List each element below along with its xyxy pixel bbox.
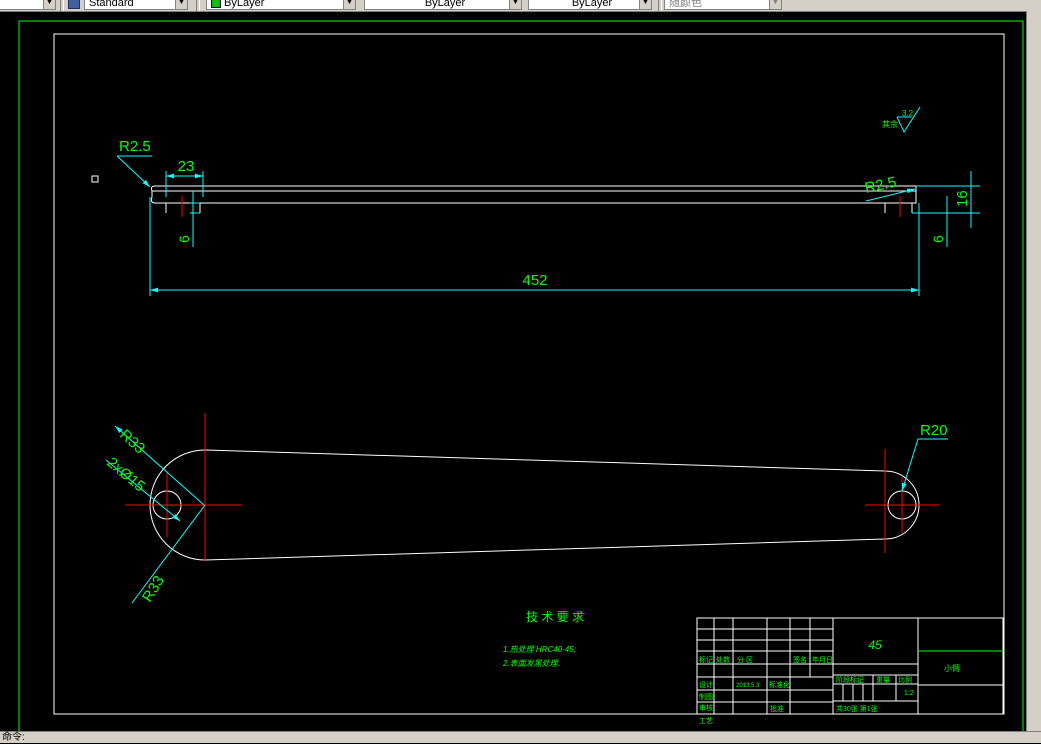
dim-style-icon[interactable]: [68, 0, 80, 9]
front-view: R33 2xØ15 R33 R20: [103, 413, 948, 605]
tech-req-title: 技 术 要 求: [526, 610, 584, 624]
th-date: 年月日: [812, 655, 833, 664]
linetype-combo[interactable]: ByLayer ▼: [364, 0, 522, 10]
dim-text-left-width: 23: [178, 158, 195, 175]
color-combo[interactable]: ByLayer ▼: [206, 0, 356, 10]
technical-requirements: 技 术 要 求 1.热处理 HRC40-45; 2.表面发黑处理.: [502, 610, 584, 668]
sheet-info: 共30张 第1张: [836, 704, 878, 713]
th-zone: 分 区: [737, 655, 753, 664]
dim-style-value: Standard: [89, 0, 134, 9]
row-draw: 制图: [699, 692, 713, 701]
toolbar-separator: [196, 0, 200, 11]
toolbar-separator: [60, 0, 64, 11]
top-view: 23 R2.5 6 R2.5 6 16 452: [116, 138, 980, 296]
ucs-marker-icon: [91, 175, 99, 183]
plot-style-combo[interactable]: 随颜色 ▼: [664, 0, 782, 10]
bar-outline: [150, 185, 917, 204]
title-block: 45 小臂 标记 处数 分 区 签名 年月日 设计 2013.5.3 标准化 制…: [696, 617, 1004, 725]
weight-label: 重量: [876, 676, 890, 684]
stage-mark: 阶段标记: [836, 675, 864, 684]
dim-text-right-depth: 6: [930, 235, 946, 243]
roughness-value: 3.2: [902, 109, 914, 118]
drawing-canvas[interactable]: 23 R2.5 6 R2.5 6 16 452 其余 3.2 R33 2xØ15…: [0, 11, 1041, 731]
row-approve: 批准: [770, 704, 784, 713]
th-count: 处数: [716, 655, 730, 664]
dim-text-left-depth: 6: [176, 235, 192, 243]
viewport-border: [18, 20, 1024, 731]
dim-text-r20: R20: [920, 422, 948, 439]
chevron-down-icon[interactable]: ▼: [343, 0, 355, 9]
color-value: ByLayer: [224, 0, 265, 9]
color-swatch-icon: [211, 0, 221, 8]
dim-text-left-radius: R2.5: [119, 138, 151, 155]
chevron-down-icon[interactable]: ▼: [175, 0, 187, 9]
dim-text-r33-bottom: R33: [139, 573, 168, 605]
linetype-value: ByLayer: [424, 0, 466, 9]
command-prompt: 命令:: [2, 732, 25, 743]
row-standard: 标准化: [769, 680, 790, 689]
arm-outline: [149, 449, 920, 561]
vertical-scrollbar[interactable]: [1026, 11, 1041, 731]
command-line[interactable]: 命令:: [0, 731, 1041, 743]
dim-text-height: 16: [954, 190, 971, 207]
material: 45: [868, 638, 882, 652]
part-name: 小臂: [944, 663, 960, 673]
dim-text-holes: 2xØ15: [103, 454, 148, 495]
dim-style-combo[interactable]: Standard ▼: [84, 0, 188, 10]
chevron-down-icon[interactable]: ▼: [639, 0, 651, 9]
row-process: 工艺: [699, 717, 713, 725]
lineweight-combo[interactable]: ByLayer ▼: [528, 0, 652, 10]
chevron-down-icon[interactable]: ▼: [43, 0, 55, 9]
roughness-label: 其余: [882, 119, 898, 129]
row-check: 审核: [699, 703, 713, 712]
leader-line: [116, 155, 151, 188]
leader-line: [901, 438, 948, 492]
surface-roughness-symbol: 其余 3.2: [882, 106, 921, 134]
dim-text-length: 452: [522, 272, 547, 289]
scale-label: 比例: [898, 675, 912, 684]
text-style-combo-partial[interactable]: ▼: [0, 0, 56, 10]
chevron-down-icon[interactable]: ▼: [769, 0, 781, 9]
chevron-down-icon[interactable]: ▼: [509, 0, 521, 9]
tech-req-item-2: 2.表面发黑处理.: [502, 659, 560, 668]
lineweight-value: ByLayer: [571, 0, 613, 9]
design-date: 2013.5.3: [736, 683, 760, 689]
th-mark: 标记: [699, 655, 713, 664]
toolbar-separator: [658, 0, 662, 11]
dim-text-right-radius: R2.5: [863, 174, 898, 197]
scale-value: 1:2: [904, 690, 914, 697]
plot-style-value: 随颜色: [669, 0, 702, 9]
th-sign: 签名: [793, 655, 807, 664]
tech-req-item-1: 1.热处理 HRC40-45;: [503, 645, 576, 654]
row-design: 设计: [699, 680, 713, 689]
